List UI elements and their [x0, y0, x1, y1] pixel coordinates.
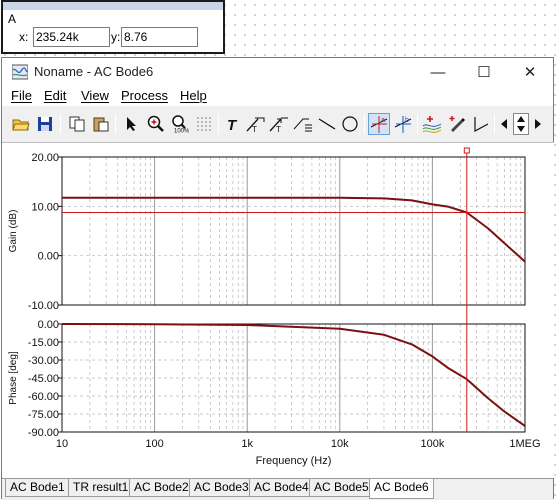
toolbar-separator: [417, 114, 418, 134]
y-tick-label: 20.00: [31, 152, 59, 164]
scroll-right-icon[interactable]: [531, 113, 545, 135]
x-tick-label: 1MEG: [509, 438, 540, 450]
copy-icon[interactable]: [66, 113, 88, 135]
menu-process[interactable]: Process: [121, 88, 168, 103]
tab-ac-bode5[interactable]: AC Bode5: [309, 479, 374, 497]
svg-text:a: a: [381, 117, 385, 124]
toolbar: 100% T T T a b: [2, 110, 553, 140]
toolbar-separator: [60, 114, 61, 134]
menu-view[interactable]: View: [81, 88, 109, 103]
x-axis-label: Frequency (Hz): [256, 455, 332, 467]
toolbar-separator: [218, 114, 219, 134]
y-tick-label: -75.00: [28, 409, 59, 421]
pointer-icon[interactable]: [121, 113, 143, 135]
cursor-b-icon[interactable]: b: [392, 113, 414, 135]
paste-icon[interactable]: [90, 113, 112, 135]
cursor-y-field[interactable]: [121, 27, 198, 47]
scroll-left-icon[interactable]: [497, 113, 511, 135]
angle-icon[interactable]: [470, 113, 492, 135]
text-icon[interactable]: T: [222, 113, 244, 135]
x-tick-label: 10k: [331, 438, 349, 450]
tab-ac-bode4[interactable]: AC Bode4: [249, 479, 314, 497]
data-curve: [62, 196, 526, 263]
tab-ac-bode2[interactable]: AC Bode2: [129, 479, 194, 497]
zoom-out-100-icon[interactable]: 100%: [169, 113, 191, 135]
menu-bar: File Edit View Process Help: [2, 86, 553, 106]
y-tick-label: -10.00: [28, 300, 59, 312]
y-axis-label: Phase [deg]: [8, 351, 19, 405]
pen-icon[interactable]: [446, 113, 468, 135]
x-tick-label: 1k: [241, 438, 253, 450]
x-label: x:: [19, 30, 29, 44]
bode-window: Noname - AC Bode6 — ☐ ✕ File Edit View P…: [1, 57, 554, 500]
line-icon[interactable]: [316, 113, 338, 135]
y-tick-label: -60.00: [28, 391, 59, 403]
window-title-bar[interactable]: Noname - AC Bode6 — ☐ ✕: [2, 58, 553, 86]
toolbar-separator: [494, 114, 495, 134]
save-icon[interactable]: [34, 113, 56, 135]
svg-text:b: b: [405, 117, 409, 124]
menu-edit[interactable]: Edit: [44, 88, 66, 103]
x-tick-label: 10: [56, 438, 68, 450]
y-axis-label: Gain (dB): [8, 210, 19, 253]
y-tick-label: 10.00: [31, 201, 59, 213]
plot-frame: [61, 156, 526, 306]
readout-title-bar[interactable]: [3, 2, 223, 10]
x-tick-label: 100k: [420, 438, 444, 450]
y-tick-label: 0.00: [38, 319, 59, 331]
bode-plot-svg[interactable]: 20.00 10.00 0.00 -10.00 Gain (dB) 0.00 -15.00 -…: [2, 143, 554, 479]
plot-frame: [61, 323, 526, 433]
add-curve-icon[interactable]: [421, 113, 443, 135]
trace-label: A: [8, 12, 17, 26]
y-tick-label: -45.00: [28, 373, 59, 385]
maximize-button[interactable]: ☐: [461, 58, 507, 86]
result-tabs: AC Bode1 TR result1 AC Bode2 AC Bode3 AC…: [2, 478, 553, 500]
toolbar-separator: [364, 114, 365, 134]
tab-ac-bode1[interactable]: AC Bode1: [5, 479, 70, 497]
minimize-button[interactable]: —: [415, 58, 461, 86]
comment-icon[interactable]: [292, 113, 314, 135]
svg-text:100%: 100%: [174, 129, 189, 134]
tab-ac-bode6[interactable]: AC Bode6: [369, 479, 434, 499]
cursor-x-field[interactable]: [33, 27, 110, 47]
menu-file[interactable]: File: [11, 88, 32, 103]
y-label: y:: [111, 30, 121, 44]
menu-help[interactable]: Help: [180, 88, 207, 103]
app-icon: [12, 64, 28, 80]
cursor-readout-box: A x: y:: [1, 0, 225, 54]
zoom-in-icon[interactable]: [145, 113, 167, 135]
cursor-a-icon[interactable]: a: [368, 113, 390, 135]
svg-text:T: T: [276, 125, 281, 133]
bode-plot-area[interactable]: 20.00 10.00 0.00 -10.00 Gain (dB) 0.00 -15.00 -…: [2, 142, 554, 478]
x-tick-label: 100: [145, 438, 163, 450]
data-curve: [61, 323, 526, 427]
y-tick-label: -30.00: [28, 355, 59, 367]
window-title: Noname - AC Bode6: [34, 64, 154, 79]
svg-text:T: T: [227, 117, 238, 132]
y-tick-label: 0.00: [38, 251, 59, 263]
tab-ac-bode3[interactable]: AC Bode3: [189, 479, 254, 497]
cursor-handle[interactable]: [463, 147, 470, 154]
circle-icon[interactable]: [339, 113, 361, 135]
grid-icon[interactable]: [193, 113, 215, 135]
toolbar-separator: [115, 114, 116, 134]
line-label-icon[interactable]: T: [245, 113, 267, 135]
scroll-up-down-icon[interactable]: [513, 113, 529, 135]
close-button[interactable]: ✕: [507, 58, 553, 86]
open-icon[interactable]: [10, 113, 32, 135]
svg-text:T: T: [252, 125, 257, 133]
arrow-label-icon[interactable]: T: [268, 113, 290, 135]
tab-tr-result1[interactable]: TR result1: [68, 479, 134, 497]
y-tick-label: -90.00: [28, 427, 59, 439]
y-tick-label: -15.00: [28, 337, 59, 349]
